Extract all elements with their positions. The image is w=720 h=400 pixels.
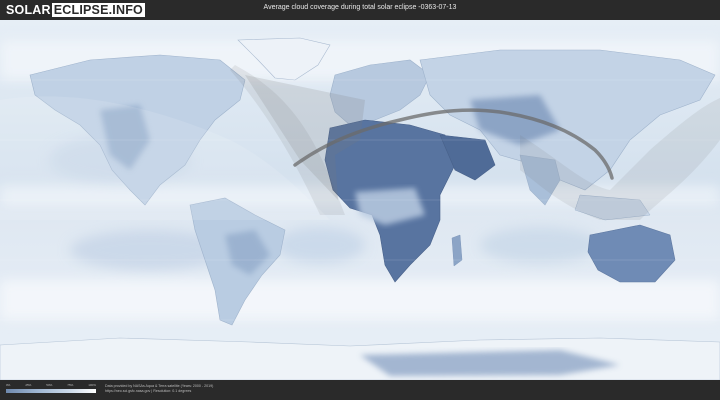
cloud-coverage-map <box>0 20 720 380</box>
legend-tick: 0% <box>6 383 11 387</box>
credit-line-2: https://neo.sci.gsfc.nasa.gov | Resoluti… <box>105 389 192 393</box>
world-map-svg <box>0 20 720 380</box>
subtropical-clear-indian <box>480 227 600 263</box>
data-credit: Data provided by NASAs Aqua & Terra sate… <box>105 384 213 394</box>
header-bar: SOLAR ECLIPSE.INFO Average cloud coverag… <box>0 0 720 20</box>
legend-ticks: 0% 25% 50% 75% 100% <box>6 383 96 388</box>
madagascar <box>451 234 463 267</box>
cloud-coverage-color-scale <box>6 389 96 393</box>
legend-tick: 100% <box>88 383 96 387</box>
legend-tick: 25% <box>25 383 32 387</box>
footer-bar: 0% 25% 50% 75% 100% Data provided by NAS… <box>0 380 720 400</box>
legend-tick: 50% <box>46 383 53 387</box>
southern-cloud-band <box>0 280 720 320</box>
subtropical-clear-south-atlantic <box>275 227 365 263</box>
page-title: Average cloud coverage during total sola… <box>263 4 457 11</box>
legend-tick: 75% <box>67 383 74 387</box>
